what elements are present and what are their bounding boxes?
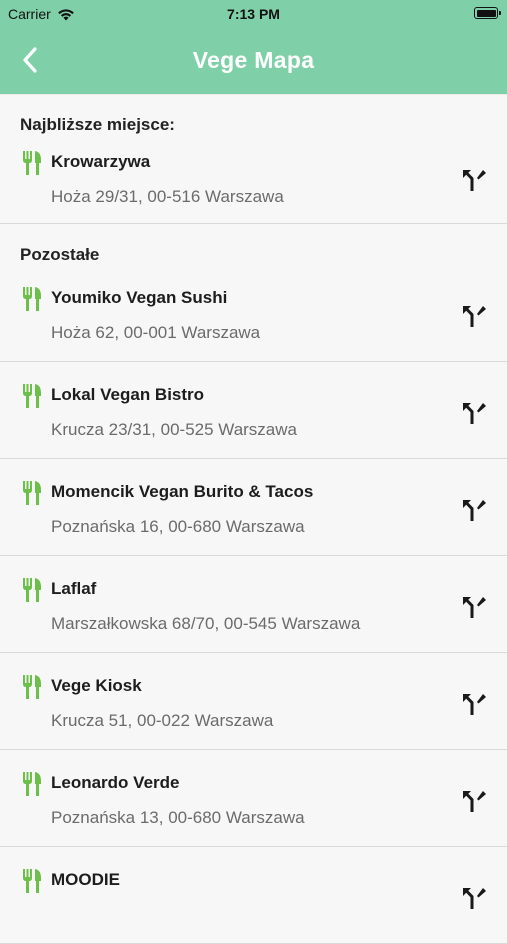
- directions-icon[interactable]: [461, 788, 487, 814]
- place-name: Momencik Vegan Burito & Tacos: [51, 482, 314, 501]
- place-address: Krucza 51, 00-022 Warszawa: [51, 711, 274, 730]
- fork-knife-icon: [23, 384, 41, 408]
- list-item[interactable]: Laflaf Marszałkowska 68/70, 00-545 Warsz…: [0, 556, 507, 653]
- list-item[interactable]: MOODIE: [0, 847, 507, 944]
- others-list: Youmiko Vegan Sushi Hoża 62, 00-001 Wars…: [0, 265, 507, 944]
- place-address: Marszałkowska 68/70, 00-545 Warszawa: [51, 614, 361, 633]
- directions-icon[interactable]: [461, 594, 487, 620]
- place-name: Vege Kiosk: [51, 676, 142, 695]
- place-address: Hoża 62, 00-001 Warszawa: [51, 323, 261, 342]
- list-item[interactable]: Youmiko Vegan Sushi Hoża 62, 00-001 Wars…: [0, 265, 507, 362]
- place-name: MOODIE: [51, 870, 120, 889]
- directions-icon[interactable]: [461, 885, 487, 911]
- directions-icon[interactable]: [461, 497, 487, 523]
- directions-icon[interactable]: [461, 303, 487, 329]
- navigation-bar: Vege Mapa: [0, 28, 507, 94]
- place-name: Lokal Vegan Bistro: [51, 385, 205, 404]
- fork-knife-icon: [23, 578, 41, 602]
- place-name: Youmiko Vegan Sushi: [51, 288, 228, 307]
- fork-knife-icon: [23, 869, 41, 893]
- place-address: Krucza 23/31, 00-525 Warszawa: [51, 420, 297, 439]
- status-time: 7:13 PM: [227, 6, 280, 22]
- place-name: Laflaf: [51, 579, 97, 598]
- fork-knife-icon: [23, 151, 41, 175]
- fork-knife-icon: [23, 287, 41, 311]
- section-header-nearest: Najbliższe miejsce:: [20, 115, 175, 134]
- directions-icon[interactable]: [461, 400, 487, 426]
- directions-icon[interactable]: [461, 691, 487, 717]
- page-title: Vege Mapa: [192, 47, 315, 73]
- list-item[interactable]: Lokal Vegan Bistro Krucza 23/31, 00-525 …: [0, 362, 507, 459]
- section-header-others: Pozostałe: [20, 245, 100, 264]
- place-name: Krowarzywa: [51, 152, 151, 171]
- directions-icon[interactable]: [461, 167, 487, 193]
- fork-knife-icon: [23, 675, 41, 699]
- place-address: Poznańska 16, 00-680 Warszawa: [51, 517, 305, 536]
- place-address: Hoża 29/31, 00-516 Warszawa: [51, 187, 284, 206]
- list-item[interactable]: Momencik Vegan Burito & Tacos Poznańska …: [0, 459, 507, 556]
- list-item[interactable]: Krowarzywa Hoża 29/31, 00-516 Warszawa: [0, 135, 507, 224]
- list-item[interactable]: Vege Kiosk Krucza 51, 00-022 Warszawa: [0, 653, 507, 750]
- fork-knife-icon: [23, 481, 41, 505]
- fork-knife-icon: [23, 772, 41, 796]
- place-name: Leonardo Verde: [51, 773, 180, 792]
- status-bar: Carrier 7:13 PM: [0, 0, 507, 28]
- battery-icon: [474, 7, 501, 19]
- place-address: Poznańska 13, 00-680 Warszawa: [51, 808, 305, 827]
- list-item[interactable]: Leonardo Verde Poznańska 13, 00-680 Wars…: [0, 750, 507, 847]
